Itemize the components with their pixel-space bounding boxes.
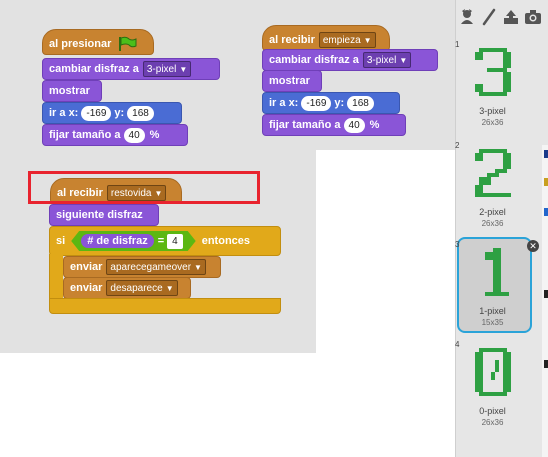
stage-edge-mark	[544, 360, 548, 368]
paint-brush-icon[interactable]	[480, 8, 498, 26]
block-label: enviar	[70, 282, 103, 294]
block-label: cambiar disfraz a	[269, 54, 359, 66]
dropdown-arrow-icon: ▼	[363, 35, 372, 45]
y-input[interactable]: 168	[127, 105, 154, 121]
compare-input[interactable]: 4	[167, 234, 183, 249]
stage-edge-mark	[544, 178, 548, 186]
stage-edge-mark	[544, 150, 548, 158]
costume-index: 1	[455, 40, 460, 49]
equals-sign: =	[157, 235, 165, 247]
costume-size: 26x36	[481, 219, 504, 228]
dropdown-arrow-icon: ▼	[165, 283, 174, 293]
stage-edge	[542, 145, 548, 457]
x-input[interactable]: -169	[301, 95, 332, 111]
y-input[interactable]: 168	[347, 95, 374, 111]
block-label: mostrar	[269, 75, 310, 87]
dropdown-value: desaparece	[110, 282, 163, 294]
costume-item-1-pixel[interactable]: 3 1-pixel 15x35	[455, 240, 530, 336]
broadcast-dropdown[interactable]: aparecegameover ▼	[106, 259, 206, 275]
camera-icon[interactable]	[524, 8, 542, 26]
hat-label: al recibir	[269, 34, 315, 46]
block-label: enviar	[70, 261, 103, 273]
switch-costume-block[interactable]: cambiar disfraz a 3-pixel ▼	[42, 58, 220, 80]
paint-sprite-icon[interactable]	[458, 8, 476, 26]
equals-operator[interactable]: # de disfraz = 4	[71, 231, 196, 251]
costume-thumbnail	[475, 149, 511, 197]
broadcast-dropdown[interactable]: desaparece ▼	[106, 280, 178, 296]
if-block-bottom	[49, 298, 281, 314]
message-dropdown[interactable]: empieza ▼	[318, 32, 376, 48]
stage-overlap	[316, 150, 456, 360]
stage-edge-mark	[544, 208, 548, 216]
costume-toolbar	[456, 0, 548, 36]
broadcast-block[interactable]: enviar desaparece ▼	[63, 277, 191, 299]
x-input[interactable]: -169	[81, 105, 112, 121]
block-label: siguiente disfraz	[56, 209, 143, 221]
when-i-receive-hat[interactable]: al recibir empieza ▼	[262, 25, 390, 51]
block-label: ir a x:	[49, 107, 79, 119]
costume-index: 3	[455, 240, 460, 249]
costume-item-2-pixel[interactable]: 2 2-pixel 26x36	[455, 141, 530, 237]
costume-number-reporter[interactable]: # de disfraz	[81, 234, 154, 248]
block-label: y:	[114, 107, 125, 119]
costume-size: 26x36	[481, 118, 504, 127]
costume-name: 1-pixel	[479, 306, 506, 316]
percent-label: %	[369, 119, 380, 131]
costume-size: 15x35	[481, 318, 504, 327]
if-label: si	[56, 235, 66, 247]
broadcast-block[interactable]: enviar aparecegameover ▼	[63, 256, 221, 278]
show-block[interactable]: mostrar	[262, 70, 322, 92]
costume-item-3-pixel[interactable]: 1 3-pixel 26x36	[455, 40, 530, 136]
block-label: mostrar	[49, 85, 90, 97]
stage-edge-mark	[544, 290, 548, 298]
green-flag-icon	[119, 36, 137, 51]
dropdown-arrow-icon: ▼	[179, 64, 188, 74]
when-flag-clicked-hat[interactable]: al presionar	[42, 29, 154, 55]
costume-index: 2	[455, 141, 460, 150]
costume-thumbnail	[475, 48, 511, 96]
dropdown-value: empieza	[322, 34, 361, 46]
dropdown-arrow-icon: ▼	[194, 262, 202, 272]
costume-thumbnail	[475, 348, 511, 396]
costume-name: 0-pixel	[479, 406, 506, 416]
highlight-box	[28, 171, 260, 204]
costume-name: 3-pixel	[479, 106, 506, 116]
costume-dropdown[interactable]: 3-pixel ▼	[362, 52, 412, 68]
costume-dropdown[interactable]: 3-pixel ▼	[142, 61, 192, 77]
block-label: cambiar disfraz a	[49, 63, 139, 75]
dropdown-value: 3-pixel	[366, 54, 397, 66]
block-label: y:	[334, 97, 345, 109]
costume-name: 2-pixel	[479, 207, 506, 217]
size-input[interactable]: 40	[123, 127, 145, 143]
upload-icon[interactable]	[502, 8, 520, 26]
size-input[interactable]: 40	[343, 117, 365, 133]
go-to-xy-block[interactable]: ir a x: -169 y: 168	[42, 102, 182, 124]
block-label: ir a x:	[269, 97, 299, 109]
dropdown-value: 3-pixel	[146, 63, 177, 75]
costume-size: 26x36	[481, 418, 504, 427]
empty-region	[0, 353, 455, 457]
costume-index: 4	[455, 340, 460, 349]
set-size-block[interactable]: fijar tamaño a 40 %	[262, 114, 406, 136]
set-size-block[interactable]: fijar tamaño a 40 %	[42, 124, 188, 146]
costume-thumbnail	[485, 248, 509, 296]
then-label: entonces	[201, 235, 251, 247]
dropdown-arrow-icon: ▼	[399, 55, 408, 65]
hat-label: al presionar	[49, 38, 112, 50]
costume-item-0-pixel[interactable]: 4 0-pixel 26x36	[455, 340, 530, 436]
switch-costume-block[interactable]: cambiar disfraz a 3-pixel ▼	[262, 49, 438, 71]
block-label: fijar tamaño a	[49, 129, 121, 141]
if-block[interactable]: si # de disfraz = 4 entonces	[49, 226, 281, 256]
if-block-arm	[49, 254, 63, 304]
percent-label: %	[149, 129, 160, 141]
dropdown-value: aparecegameover	[110, 261, 192, 273]
block-label: fijar tamaño a	[269, 119, 341, 131]
go-to-xy-block[interactable]: ir a x: -169 y: 168	[262, 92, 400, 114]
next-costume-block[interactable]: siguiente disfraz	[49, 204, 159, 226]
show-block[interactable]: mostrar	[42, 80, 102, 102]
